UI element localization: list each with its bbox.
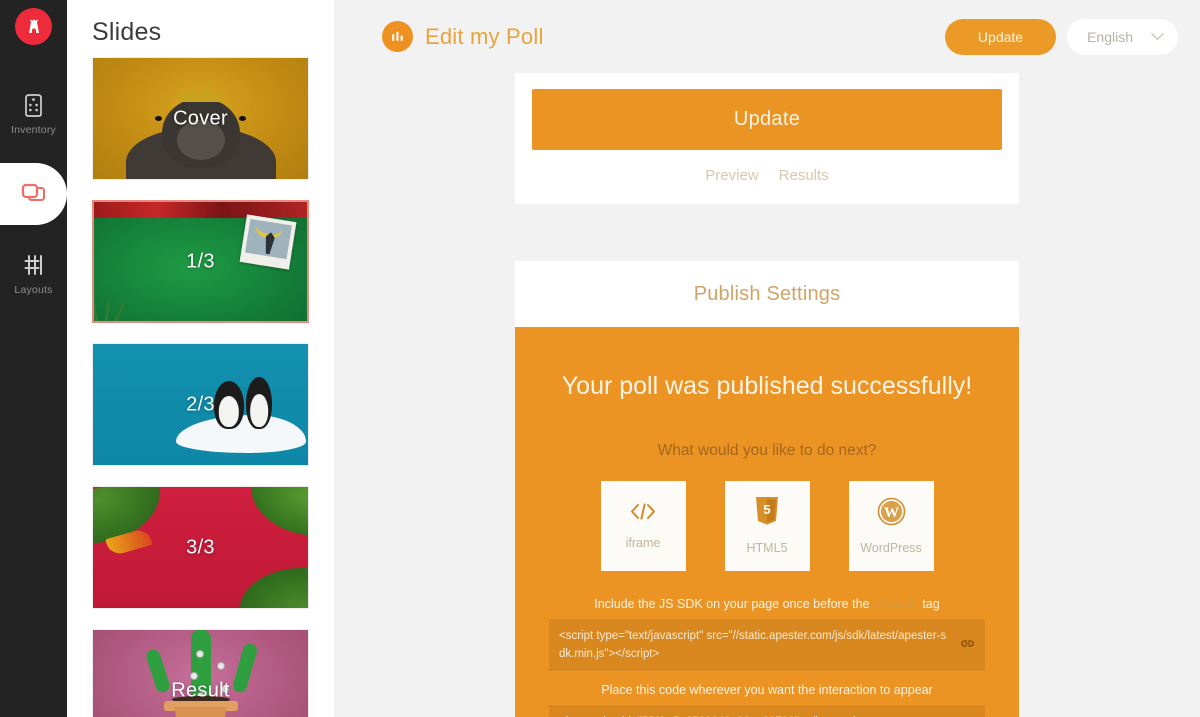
sidebar-item-slides[interactable]: Slides [0, 149, 67, 239]
sidebar-item-inventory[interactable]: Inventory [0, 83, 67, 145]
embed-option-label: HTML5 [746, 541, 788, 555]
sdk-instruction-tag: </head> [872, 596, 919, 611]
embed-option-iframe[interactable]: iframe [600, 480, 686, 571]
wordpress-icon: W [877, 497, 906, 531]
update-card: Update Preview Results [515, 73, 1019, 204]
sidebar-item-label: Inventory [11, 124, 56, 136]
svg-text:W: W [884, 505, 899, 521]
slide-thumbnail-2[interactable]: 2/3 [92, 343, 309, 466]
slide-label: 3/3 [186, 536, 215, 558]
language-select-value: English [1087, 28, 1133, 45]
slide-thumbnail-3[interactable]: 3/3 [92, 486, 309, 609]
breadcrumb: Edit my Poll [382, 21, 544, 52]
html5-icon: 5 [754, 496, 780, 531]
rail-item-list: Inventory Slides [0, 83, 67, 305]
slide-art-cactus [93, 630, 308, 717]
main-area: Edit my Poll Update English Update Previ… [334, 0, 1200, 717]
page-title: Edit my Poll [425, 23, 544, 49]
slide-thumbnail-list: Cover 1/3 2/3 3/3 Result [67, 57, 334, 717]
results-link[interactable]: Results [779, 167, 829, 184]
topbar-actions: Update English [944, 18, 1178, 55]
publish-settings-heading: Publish Settings [515, 261, 1019, 327]
slides-panel: Slides Cover 1/3 2/3 3/3 Result [67, 0, 334, 717]
update-button[interactable]: Update [532, 89, 1002, 150]
publish-success-title: Your poll was published successfully! [561, 372, 973, 400]
left-rail: Inventory Slides [0, 0, 67, 717]
sdk-code-block[interactable]: <script type="text/javascript" src="//st… [549, 618, 985, 672]
publish-settings-card: Publish Settings Your poll was published… [515, 261, 1019, 717]
sidebar-item-label: Layouts [14, 284, 53, 296]
embed-option-label: WordPress [860, 540, 922, 555]
slide-label: Result [171, 679, 230, 701]
sdk-instruction: Include the JS SDK on your page once bef… [549, 597, 985, 611]
sdk-instruction-before: Include the JS SDK on your page once bef… [594, 596, 873, 611]
copy-link-icon[interactable] [960, 636, 975, 654]
interaction-code-text: <interaction id="559bc5a8529840a30ea3976… [559, 713, 952, 717]
sidebar-item-layouts[interactable]: Layouts [0, 243, 67, 305]
update-button-top[interactable]: Update [944, 18, 1057, 55]
slide-label: 2/3 [186, 393, 215, 415]
apester-logo[interactable] [15, 8, 52, 45]
embed-option-list: iframe 5 HTML5 W WordPress [549, 480, 985, 571]
logo-glyph [28, 18, 39, 33]
poll-bars-icon [382, 21, 413, 52]
topbar: Edit my Poll Update English [334, 0, 1200, 73]
slides-icon [21, 181, 46, 207]
slide-label: 1/3 [186, 250, 215, 272]
inventory-icon [23, 92, 44, 118]
slide-thumbnail-result[interactable]: Result [92, 629, 309, 717]
copy-link-icon[interactable] [960, 713, 975, 717]
next-step-question: What would you like to do next? [657, 441, 877, 459]
slide-thumbnail-cover[interactable]: Cover [92, 57, 309, 180]
publish-success-panel: Your poll was published successfully! Wh… [515, 327, 1019, 717]
sdk-code-text: <script type="text/javascript" src="//st… [559, 629, 947, 660]
placement-instruction: Place this code wherever you want the in… [601, 683, 933, 698]
slide-thumbnail-1[interactable]: 1/3 [92, 200, 309, 323]
app-root: Inventory Slides [0, 0, 1200, 717]
language-select[interactable]: English [1067, 18, 1178, 55]
main-content: Update Preview Results Publish Settings … [334, 73, 1200, 717]
embed-option-label: iframe [625, 535, 661, 550]
layouts-icon [22, 252, 46, 278]
slide-label: Cover [173, 107, 228, 129]
embed-option-html5[interactable]: 5 HTML5 [724, 480, 810, 571]
svg-text:5: 5 [763, 502, 770, 517]
chevron-down-icon [1151, 27, 1164, 41]
interaction-code-block[interactable]: <interaction id="559bc5a8529840a30ea3976… [549, 705, 985, 717]
code-icon [629, 502, 657, 526]
preview-link[interactable]: Preview [705, 167, 758, 184]
page-title: Slides [92, 18, 162, 46]
update-sub-links: Preview Results [532, 150, 1002, 204]
embed-option-wordpress[interactable]: W WordPress [848, 480, 934, 571]
sdk-instruction-after: tag [918, 596, 940, 611]
